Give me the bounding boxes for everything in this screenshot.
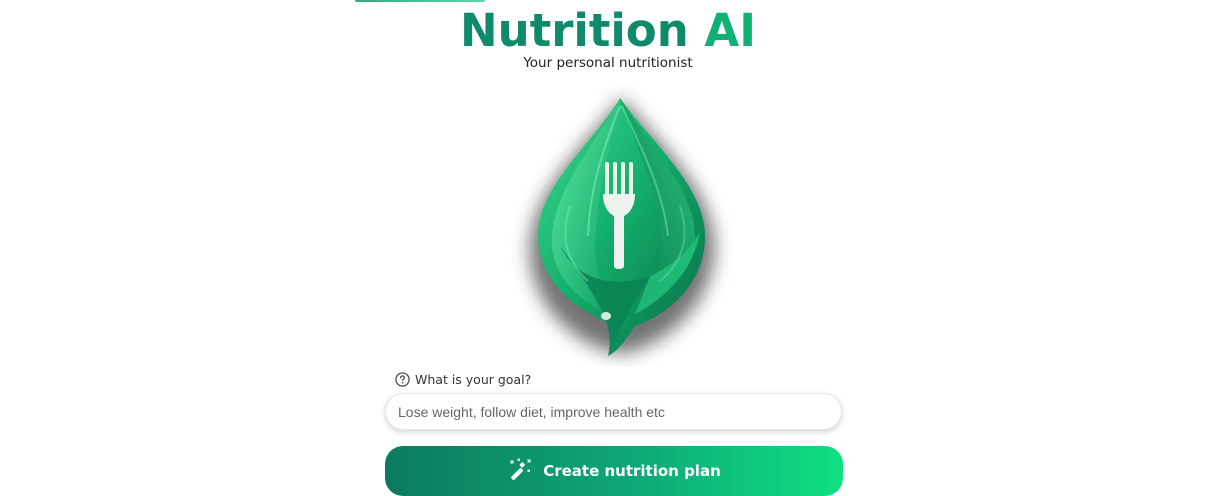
top-accent-bar xyxy=(355,0,485,2)
page-subtitle: Your personal nutritionist xyxy=(523,55,693,71)
goal-input[interactable] xyxy=(385,393,842,430)
title-word-ai: AI xyxy=(704,4,756,57)
create-nutrition-plan-button[interactable]: Create nutrition plan xyxy=(385,446,843,496)
magic-wand-icon xyxy=(507,458,533,484)
nutrition-ai-page: Nutrition AI Your personal nutritionist xyxy=(0,0,1216,496)
goal-label: What is your goal? xyxy=(395,370,531,388)
page-title: Nutrition AI xyxy=(0,4,1216,58)
title-word-nutrition: Nutrition xyxy=(460,4,689,57)
leaf-fork-logo xyxy=(500,86,736,366)
create-button-label: Create nutrition plan xyxy=(543,462,721,480)
question-circle-icon[interactable] xyxy=(395,371,410,387)
goal-label-text: What is your goal? xyxy=(415,371,532,387)
